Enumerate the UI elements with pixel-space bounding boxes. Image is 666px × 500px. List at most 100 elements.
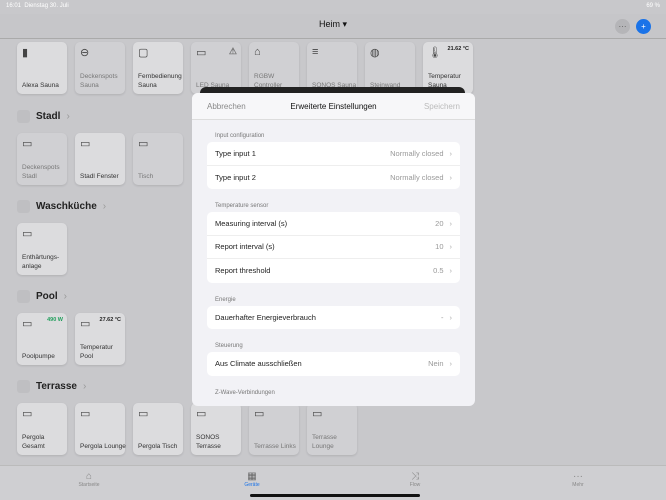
device-tile[interactable]: ▭ Tisch	[133, 133, 183, 185]
zone-icon	[17, 290, 30, 303]
zone-icon	[17, 380, 30, 393]
setting-row[interactable]: Measuring interval (s) 20 ›	[207, 212, 460, 236]
section-title: Waschküche	[36, 201, 97, 212]
chevron-right-icon: ›	[449, 242, 453, 252]
device-tile[interactable]: ▭ Terrasse Lounge	[307, 403, 357, 455]
setting-value: Nein	[428, 359, 444, 369]
more-button[interactable]: ···	[615, 19, 630, 34]
tile-label: Deckenspots Stadl	[22, 164, 60, 180]
device-tile[interactable]: ▮ Alexa Sauna	[17, 42, 67, 94]
device-tile[interactable]: ⊖ Deckenspots Sauna	[75, 42, 125, 94]
group-label: Steuerung	[215, 343, 243, 349]
setting-value: 10	[435, 242, 444, 252]
setting-value: Normally closed	[390, 148, 444, 158]
tile-label: Pergola Tisch	[138, 442, 178, 450]
group-label: Energie	[215, 296, 236, 303]
sonos-icon: ≡	[312, 46, 319, 58]
chevron-right-icon: ›	[449, 266, 453, 276]
device-icon: ▭	[138, 138, 149, 150]
settings-group: Measuring interval (s) 20 › Report interval…	[207, 212, 460, 283]
setting-value: Normally closed	[390, 172, 444, 182]
led-strip-icon: ▭	[196, 47, 207, 59]
tab-geraete[interactable]: ▦ Geräte	[222, 471, 282, 488]
tab-flow[interactable]: ⤨ Flow	[385, 471, 445, 488]
device-icon: ▭	[80, 408, 91, 420]
save-button[interactable]: Speichern	[424, 102, 460, 111]
status-bar: 16:01 Dienstag 30. Juli 69 %	[0, 0, 666, 14]
device-icon: ▭	[22, 318, 33, 330]
section-title: Stadl	[36, 111, 61, 122]
device-tile[interactable]: ▭ Terrasse Links	[249, 403, 299, 455]
device-icon: ▭	[312, 408, 323, 420]
device-icon: ▭	[22, 228, 33, 240]
setting-row[interactable]: Type input 1 Normally closed ›	[207, 142, 460, 166]
tile-value: 21.62 °C	[447, 46, 469, 52]
device-icon: ▭	[80, 318, 91, 330]
setting-value: 20	[435, 218, 444, 228]
device-tile[interactable]: ▭ Stadl Fenster	[75, 133, 125, 185]
group-label: Input configuration	[215, 133, 265, 139]
tile-value: 490 W	[47, 317, 63, 323]
zone-icon	[17, 110, 30, 123]
nav-bar: Heim ▾ ··· +	[0, 14, 666, 39]
setting-label: Dauerhafter Energieverbrauch	[215, 312, 316, 322]
setting-row[interactable]: Dauerhafter Energieverbrauch - ›	[207, 306, 460, 330]
chevron-right-icon: ›	[449, 312, 453, 322]
chevron-right-icon: ›	[102, 201, 107, 212]
device-tile[interactable]: ▭ 27.62 °C Temperatur Pool	[75, 313, 125, 365]
section-header[interactable]: Terrasse ›	[17, 380, 86, 393]
tab-startseite[interactable]: ⌂ Startseite	[59, 471, 119, 488]
time: 16:01	[6, 3, 22, 9]
tile-label: Enthärtungs-anlage	[22, 254, 60, 270]
add-button[interactable]: +	[636, 19, 651, 34]
setting-row[interactable]: Type input 2 Normally closed ›	[207, 166, 460, 190]
setting-row[interactable]: Aus Climate ausschließen Nein ›	[207, 352, 460, 376]
group-label: Z-Wave-Verbindungen	[215, 389, 275, 396]
device-tile[interactable]: ▭ 490 W Poolpumpe	[17, 313, 67, 365]
device-tile[interactable]: ▭ Pergola Tisch	[133, 403, 183, 455]
home-indicator	[250, 494, 420, 497]
chevron-right-icon: ›	[82, 381, 87, 392]
tab-mehr[interactable]: ··· Mehr	[548, 471, 608, 488]
settings-group: Aus Climate ausschließen Nein ›	[207, 352, 460, 376]
date: Dienstag 30. Juli	[24, 3, 69, 9]
tile-label: Temperatur Pool	[80, 344, 113, 360]
setting-row[interactable]: Report threshold 0.5 ›	[207, 259, 460, 283]
zone-icon	[17, 200, 30, 213]
setting-label: Measuring interval (s)	[215, 218, 288, 228]
device-tile[interactable]: ▭ SONOS Terrasse	[191, 403, 241, 455]
setting-label: Report threshold	[215, 266, 271, 276]
more-icon: ···	[573, 471, 583, 482]
flow-icon: ⤨	[411, 471, 419, 482]
chevron-right-icon: ›	[449, 148, 453, 158]
device-icon: ▭	[22, 408, 33, 420]
device-tile[interactable]: ▭ Pergola Lounge	[75, 403, 126, 455]
chevron-right-icon: ›	[63, 291, 68, 302]
remote-icon: ▢	[138, 47, 149, 59]
device-tile[interactable]: ▭ Deckenspots Stadl	[17, 133, 67, 185]
section-header[interactable]: Waschküche ›	[17, 200, 106, 213]
tile-label: Pergola Lounge	[80, 442, 126, 450]
thermometer-icon: 🌡	[428, 47, 442, 59]
device-icon: ▭	[254, 408, 265, 420]
device-icon: ▭	[80, 138, 91, 150]
section-header[interactable]: Pool ›	[17, 290, 67, 303]
setting-label: Type input 1	[215, 148, 256, 158]
section-header[interactable]: Stadl ›	[17, 110, 70, 123]
speaker-icon: ▮	[22, 47, 29, 59]
device-tile[interactable]: ▭ Enthärtungs-anlage	[17, 223, 67, 275]
setting-label: Type input 2	[215, 172, 256, 182]
setting-row[interactable]: Report interval (s) 10 ›	[207, 236, 460, 259]
setting-label: Aus Climate ausschließen	[215, 359, 302, 369]
device-icon: ▭	[138, 408, 149, 420]
tile-label: Poolpumpe	[22, 352, 55, 360]
device-icon: ▭	[22, 138, 33, 150]
group-label: Temperature sensor	[215, 203, 269, 209]
device-tile[interactable]: ▢ Fernbedienung Sauna	[133, 42, 183, 94]
settings-group: Type input 1 Normally closed › Type input 2…	[207, 142, 460, 189]
controller-icon: ⌂	[254, 46, 261, 58]
warning-icon: ⚠	[228, 46, 237, 56]
device-tile[interactable]: ▭ Pergola Gesamt	[17, 403, 67, 455]
home-selector[interactable]: Heim ▾	[0, 19, 666, 30]
tile-label: Alexa Sauna	[22, 81, 59, 89]
